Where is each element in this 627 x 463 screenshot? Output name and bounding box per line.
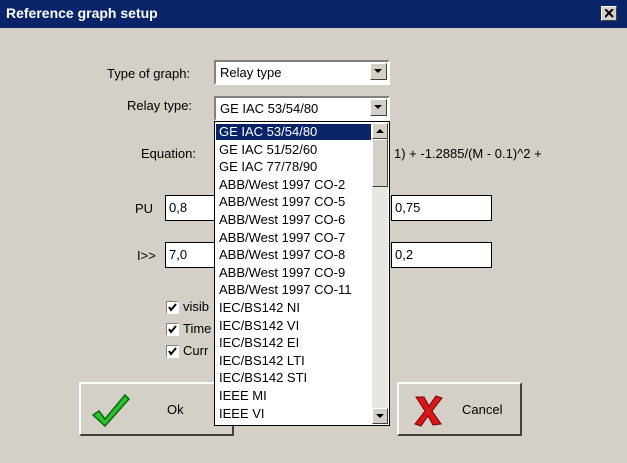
chevron-down-icon: [374, 69, 382, 73]
dropdown-option[interactable]: ABB/West 1997 CO-2: [216, 177, 371, 193]
i-high-right-input[interactable]: 0,2: [391, 242, 492, 268]
window-title: Reference graph setup: [6, 5, 158, 21]
reference-graph-setup-dialog: Reference graph setup Type of graph: Rel…: [0, 0, 627, 463]
scroll-up-button[interactable]: [372, 123, 388, 139]
pu-input-value: 0,8: [169, 200, 188, 215]
close-button[interactable]: [601, 6, 617, 21]
checkmark-icon: [168, 325, 177, 334]
cancel-button-label: Cancel: [462, 402, 503, 417]
dropdown-option[interactable]: ABB/West 1997 CO-11: [216, 282, 371, 298]
type-of-graph-label: Type of graph:: [107, 66, 191, 81]
scroll-down-button[interactable]: [372, 408, 388, 424]
current-checkbox[interactable]: [166, 345, 179, 358]
time-checkbox[interactable]: [166, 323, 179, 336]
type-of-graph-value: Relay type: [220, 65, 282, 80]
dropdown-option[interactable]: IEC/BS142 STI: [216, 370, 371, 386]
ok-button[interactable]: Ok: [79, 382, 234, 436]
title-bar: Reference graph setup: [0, 0, 627, 28]
pu-right-input[interactable]: 0,75: [391, 195, 492, 221]
scroll-thumb[interactable]: [372, 139, 388, 187]
visible-checkbox-label: visib: [183, 299, 210, 314]
type-of-graph-select[interactable]: Relay type: [214, 60, 390, 85]
dropdown-option[interactable]: ABB/West 1997 CO-7: [216, 230, 371, 246]
dropdown-option[interactable]: ABB/West 1997 CO-6: [216, 212, 371, 228]
relay-type-dropdown-list[interactable]: GE IAC 53/54/80 GE IAC 51/52/60 GE IAC 77/…: [214, 121, 390, 426]
dropdown-option[interactable]: GE IAC 51/52/60: [216, 142, 371, 158]
dropdown-option[interactable]: GE IAC 77/78/90: [216, 159, 371, 175]
time-checkbox-label: Time: [183, 321, 212, 336]
dropdown-option[interactable]: IEEE MI: [216, 388, 371, 404]
chevron-down-icon: [374, 105, 382, 109]
red-x-icon: [414, 395, 443, 427]
checkmark-icon: [168, 303, 177, 312]
close-icon: [605, 9, 614, 18]
i-high-right-input-value: 0,2: [395, 247, 414, 262]
relay-type-label: Relay type:: [127, 98, 193, 113]
equation-text: 1) + -1.2885/(M - 0.1)^2 +: [394, 146, 542, 161]
dropdown-option[interactable]: ABB/West 1997 CO-5: [216, 194, 371, 210]
pu-label: PU: [135, 201, 154, 216]
dropdown-option[interactable]: ABB/West 1997 CO-8: [216, 247, 371, 263]
dropdown-option[interactable]: IEC/BS142 NI: [216, 300, 371, 316]
dropdown-option[interactable]: IEC/BS142 LTI: [216, 353, 371, 369]
dropdown-option[interactable]: ABB/West 1997 CO-9: [216, 265, 371, 281]
dropdown-scrollbar[interactable]: [372, 123, 388, 424]
pu-right-input-value: 0,75: [395, 200, 421, 215]
arrow-down-icon: [376, 414, 384, 418]
green-checkmark-icon: [91, 393, 131, 427]
i-high-input-value: 7,0: [169, 247, 188, 262]
relay-type-value: GE IAC 53/54/80: [220, 101, 319, 116]
dropdown-option[interactable]: IEEE VI: [216, 406, 371, 422]
visible-checkbox[interactable]: [166, 301, 179, 314]
current-checkbox-label: Curr: [183, 343, 209, 358]
i-high-label: I>>: [137, 248, 156, 263]
dropdown-option[interactable]: IEC/BS142 VI: [216, 318, 371, 334]
cancel-button[interactable]: Cancel: [397, 382, 522, 436]
dropdown-option[interactable]: IEC/BS142 EI: [216, 335, 371, 351]
ok-button-label: Ok: [167, 402, 184, 417]
equation-label: Equation:: [141, 146, 196, 161]
checkmark-icon: [168, 347, 177, 356]
dropdown-option[interactable]: GE IAC 53/54/80: [216, 124, 371, 140]
relay-type-dropdown-button[interactable]: [370, 99, 387, 116]
type-of-graph-dropdown-button[interactable]: [370, 63, 387, 80]
arrow-up-icon: [376, 129, 384, 133]
relay-type-select[interactable]: GE IAC 53/54/80: [214, 96, 390, 121]
